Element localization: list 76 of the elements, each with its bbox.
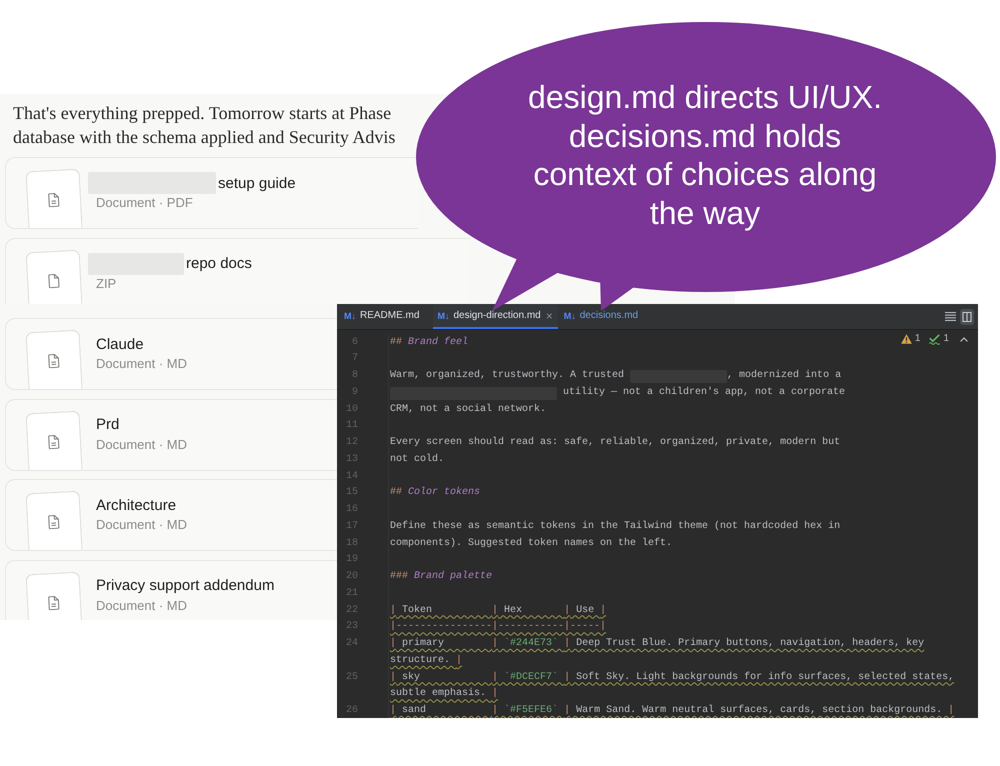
file-type: Document · MD [96,516,188,534]
file-card[interactable]: Claude Document · MD [5,318,337,390]
code-line: CRM, not a social network. [390,402,546,417]
document-icon [48,354,60,368]
code-line: Define these as semantic tokens in the Tailwind theme (not hardcoded hex in [390,520,840,534]
document-icon [48,595,60,610]
code-line: ### Brand palette [390,570,492,584]
line-number: 7 [350,352,358,366]
file-title: repo docs [186,255,252,272]
line-number: 25 [344,670,358,685]
code-line: | sand | `#F5EFE6` | Warm Sand. Warm neutral surfaces, cards, section backgrounds. | [390,704,954,718]
code-line: components). Suggested token names on the left. [390,536,672,551]
line-number: 23 [344,620,358,634]
editor-tab[interactable]: M↓ README.md [340,304,432,329]
line-number: 16 [344,503,358,518]
file-type: Document · MD [96,436,188,454]
line-number: 18 [344,536,358,551]
file-type: Document · PDF [96,194,194,212]
line-number: 19 [344,553,358,568]
code-line: | primary | `#244E73` | Deep Trust Blue. Primary buttons, navigation, headers, key [390,636,924,652]
document-icon [48,514,60,530]
file-type: ZIP [96,274,118,292]
line-number: 22 [344,604,358,618]
line-number: 10 [344,402,358,417]
code-line: not cold. [390,452,444,467]
code-line: | sky | `#DCECF7` | Soft Sky. Light backgrounds for info surfaces, selected states, [390,670,954,685]
file-card[interactable]: repo docs ZIP [5,238,470,304]
message-text: That's everything prepped. Tomorrow starts at Phase database with the schema applied and Security Advis [13,102,396,149]
line-number: 8 [350,369,358,384]
editor-tab[interactable]: M↓ decisions.md [560,304,650,329]
line-number: 6 [350,336,358,350]
line-number: 26 [344,704,358,718]
code-line: subtle emphasis. | [390,686,498,702]
typo-count: 1 [943,333,949,345]
code-line: | Token | Hex | Use | [390,604,606,618]
line-number: 21 [344,586,358,601]
code-line: Every screen should read as: safe, reliable, organized, private, modern but [390,436,840,450]
code-line: ## Brand feel [390,336,468,350]
file-card[interactable]: setup guide Document · PDF [5,157,418,229]
code-line: utility — not a children's app, not a corporate [562,386,846,400]
line-number: 17 [344,520,358,534]
code-line: , modernized into a [727,368,842,384]
editor-tab[interactable]: M↓ design-direction.md × [433,304,558,329]
warning-count: 1 [914,333,920,345]
file-title: setup guide [218,174,296,192]
code-line: structure. | [390,654,462,668]
code-line: Warm, organized, trustworthy. A trusted [390,368,626,384]
code-line: |----------------|-----------|-----| [390,620,606,634]
file-title: Architecture [96,496,176,514]
line-number: 9 [350,386,358,400]
file-card[interactable]: Prd Document · MD [5,398,337,470]
layout-icon[interactable] [960,308,974,324]
document-icon [48,434,60,449]
chevron-up-icon[interactable] [960,336,968,342]
callout-text: design.md directs UI/UX. decisions.md holds context of choices along the way [527,78,883,233]
file-title: Claude [96,336,144,352]
file-card[interactable]: Architecture Document · MD [5,479,337,551]
file-card[interactable]: Privacy support addendum Document · MD [5,560,337,620]
file-type: Document · MD [96,596,188,614]
line-number: 14 [344,470,358,484]
warning-icon[interactable] [900,334,912,344]
line-number: 12 [344,436,358,450]
check-icon[interactable] [929,334,940,344]
line-number: 24 [344,637,358,652]
file-title: Privacy support addendum [96,577,274,594]
close-button[interactable]: × [544,310,555,322]
line-number: 20 [344,570,358,584]
file-type: Document · MD [96,355,188,373]
document-icon [48,192,60,208]
line-number: 15 [344,486,358,500]
file-title: Prd [96,416,120,433]
code-line: ## Color tokens [390,486,480,500]
line-number: 11 [344,419,358,434]
file-icon [48,273,60,288]
line-number: 13 [344,452,358,467]
lines-icon[interactable] [945,312,956,321]
